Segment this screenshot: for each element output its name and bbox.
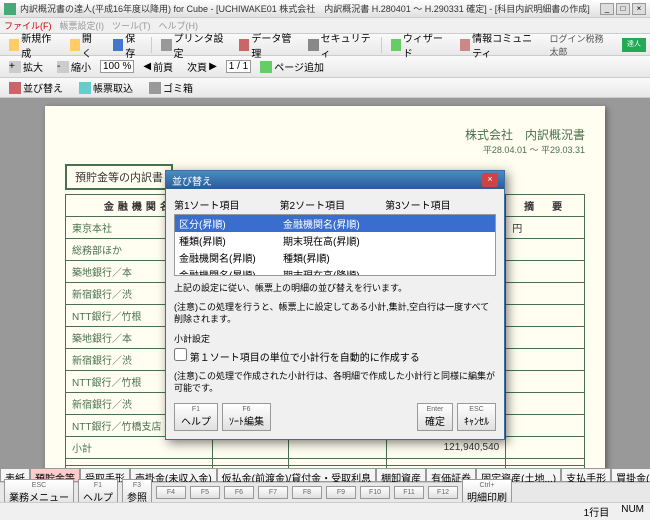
- fkey-button[interactable]: F5: [190, 486, 220, 499]
- cancel-button[interactable]: ESCｷｬﾝｾﾙ: [457, 403, 496, 431]
- sort-option-row[interactable]: 種類(昇順)期末現在高(昇順): [175, 232, 495, 249]
- database-icon: [239, 39, 249, 51]
- sort-option-row[interactable]: 金融機関名(昇順)種類(昇順): [175, 249, 495, 266]
- zoom-value[interactable]: 100 %: [100, 60, 134, 73]
- subtotal-checkbox-label: 第１ソート項目の単位で小計行を自動的に作成する: [190, 353, 420, 364]
- table-cell[interactable]: [387, 459, 506, 466]
- open-icon: [70, 39, 80, 51]
- sheet-tab[interactable]: 棚卸資産: [376, 468, 426, 482]
- subtotal-section-label: 小計設定: [174, 332, 496, 345]
- lock-icon: [308, 39, 318, 51]
- company-title: 株式会社 内訳概況書: [65, 126, 585, 143]
- subtotal-checkbox[interactable]: [174, 348, 187, 361]
- dialog-note2: (注意)この処理を行うと、帳票上に設定してある小計,集計,空白行は一度すべて削除…: [174, 301, 496, 326]
- sort-col1-header: 第1ソート項目: [174, 197, 240, 212]
- table-cell[interactable]: [66, 459, 213, 466]
- fkey-button[interactable]: F7: [258, 486, 288, 499]
- fkey-button[interactable]: F4: [156, 486, 186, 499]
- sheet-tab[interactable]: 仮払金(前渡金)/貸付金・受取利息: [217, 468, 376, 482]
- table-cell[interactable]: [506, 327, 585, 349]
- import-button[interactable]: 帳票取込: [74, 77, 138, 98]
- table-cell[interactable]: [506, 261, 585, 283]
- maximize-button[interactable]: □: [616, 3, 630, 15]
- table-cell[interactable]: [506, 305, 585, 327]
- fkey-button[interactable]: F12: [428, 486, 458, 499]
- window-title: 内訳概況書の達人(平成16年度以降用) for Cube - [UCHIWAKE…: [20, 2, 600, 15]
- sort-button[interactable]: 並び替え: [4, 77, 68, 98]
- sort-option-row[interactable]: 金融機関名(昇順)期末現在高(降順): [175, 266, 495, 276]
- table-row[interactable]: [66, 459, 585, 466]
- toolbar-doc: 並び替え 帳票取込 ゴミ箱: [0, 78, 650, 98]
- table-header: 摘 要: [506, 195, 585, 217]
- table-cell[interactable]: [506, 415, 585, 437]
- sheet-tab[interactable]: 買掛金(未払金..): [611, 468, 650, 482]
- page-indicator: 1 / 1: [226, 60, 251, 73]
- table-cell[interactable]: [212, 459, 288, 466]
- zoom-out-icon: -: [57, 61, 69, 73]
- fkey-button[interactable]: F6: [224, 486, 254, 499]
- minimize-button[interactable]: _: [600, 3, 614, 15]
- trash-icon: [149, 82, 161, 94]
- zoom-out-button[interactable]: -縮小: [52, 56, 96, 77]
- status-num: NUM: [621, 504, 644, 519]
- sort-list[interactable]: 区分(昇順)金融機関名(昇順)種類(昇順)期末現在高(昇順)金融機関名(昇順)種…: [174, 214, 496, 276]
- prev-icon: ◀: [143, 61, 151, 72]
- period-label: 平28.04.01 ～ 平29.03.31: [65, 143, 585, 156]
- status-line: 1行目: [584, 504, 610, 519]
- ok-button[interactable]: Enter確定: [417, 403, 453, 431]
- table-cell[interactable]: 円: [506, 217, 585, 239]
- import-icon: [79, 82, 91, 94]
- fkey-button[interactable]: F10: [360, 486, 390, 499]
- prev-page-button[interactable]: ◀前頁: [138, 56, 178, 77]
- page-add-icon: [260, 61, 272, 73]
- table-cell[interactable]: [506, 349, 585, 371]
- printer-icon: [161, 39, 171, 51]
- statusbar: 1行目 NUM: [0, 502, 650, 520]
- toolbar-main: 新規作成 開く 保存 プリンタ設定 データ管理 セキュリティ ウィザード 情報コ…: [0, 34, 650, 56]
- trash-button[interactable]: ゴミ箱: [144, 77, 198, 98]
- page-add-button[interactable]: ページ追加: [255, 56, 329, 77]
- table-cell[interactable]: [288, 459, 387, 466]
- wizard-icon: [391, 39, 401, 51]
- close-button[interactable]: ×: [632, 3, 646, 15]
- info-button[interactable]: 情報コミュニティ: [455, 27, 546, 63]
- next-icon: ▶: [209, 61, 217, 72]
- subtotal-checkbox-row: 第１ソート項目の単位で小計行を自動的に作成する: [174, 348, 496, 364]
- titlebar: 内訳概況書の達人(平成16年度以降用) for Cube - [UCHIWAKE…: [0, 0, 650, 18]
- app-icon: [4, 3, 16, 15]
- sort-col3-header: 第3ソート項目: [385, 197, 451, 212]
- info-icon: [460, 39, 470, 51]
- wizard-button[interactable]: ウィザード: [386, 27, 451, 63]
- sort-option-row[interactable]: 区分(昇順)金融機関名(昇順): [175, 215, 495, 232]
- sort-col2-header: 第2ソート項目: [280, 197, 346, 212]
- user-label: ログイン税務 太郎: [549, 32, 613, 58]
- table-cell[interactable]: [506, 239, 585, 261]
- table-cell[interactable]: [506, 393, 585, 415]
- sort-edit-button[interactable]: F6ｿｰﾄ編集: [222, 403, 271, 431]
- logo-badge: 達人: [622, 38, 646, 52]
- function-key-bar: ESC業務メニューF1ヘルプF3参照F4F5F6F7F8F9F10F11F12C…: [0, 482, 650, 502]
- table-cell[interactable]: [506, 371, 585, 393]
- table-cell[interactable]: [506, 437, 585, 459]
- dialog-title-text: 並び替え: [172, 173, 212, 188]
- dialog-titlebar[interactable]: 並び替え ×: [166, 171, 504, 189]
- table-cell[interactable]: [506, 283, 585, 305]
- save-icon: [113, 39, 123, 51]
- table-cell[interactable]: [506, 459, 585, 466]
- new-icon: [9, 39, 19, 51]
- help-button[interactable]: F1ヘルプ: [174, 403, 218, 431]
- dialog-note1: 上記の設定に従い、帳票上の明細の並び替えを行います。: [174, 282, 496, 295]
- dialog-close-button[interactable]: ×: [482, 173, 498, 187]
- sort-dialog: 並び替え × 第1ソート項目 第2ソート項目 第3ソート項目 区分(昇順)金融機…: [165, 170, 505, 440]
- fkey-button[interactable]: F9: [326, 486, 356, 499]
- dialog-note3: (注意)この処理で作成された小計行は、各明細で作成した小計行と同様に編集が可能で…: [174, 370, 496, 395]
- next-page-button[interactable]: 次頁▶: [182, 56, 222, 77]
- zoom-in-button[interactable]: +拡大: [4, 56, 48, 77]
- fkey-button[interactable]: F11: [394, 486, 424, 499]
- section-title: 預貯金等の内訳書: [65, 164, 173, 190]
- zoom-in-icon: +: [9, 61, 21, 73]
- sheet-tab[interactable]: 支払手形: [561, 468, 611, 482]
- sort-icon: [9, 82, 21, 94]
- fkey-button[interactable]: F8: [292, 486, 322, 499]
